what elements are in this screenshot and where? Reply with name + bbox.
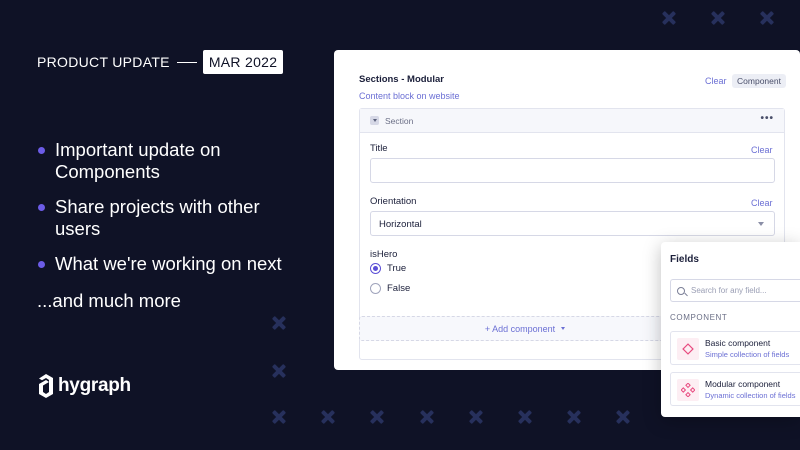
card-title: Sections - Modular [359,74,444,85]
section-label: Section [385,115,414,126]
x-decoration-icon [420,410,434,424]
radio-unchecked-icon [370,283,381,294]
orientation-select[interactable]: Horizontal [370,211,775,236]
search-placeholder: Search for any field... [691,286,767,295]
x-decoration-icon [272,316,286,330]
search-icon [677,286,685,295]
component-badge: Component [732,74,786,88]
panel-title: Fields [670,254,699,265]
header-kicker: PRODUCT UPDATE [37,54,170,70]
x-decoration-icon [370,410,384,424]
x-decoration-icon [469,410,483,424]
brand-name: hygraph [58,375,131,396]
x-decoration-icon [272,410,286,424]
header-date-badge: MAR 2022 [202,50,284,74]
title-clear-button[interactable]: Clear [751,145,773,155]
title-field-label: Title [370,143,388,154]
slide: PRODUCT UPDATE MAR 2022 Important update… [0,0,800,450]
orientation-field-label: Orientation [370,196,417,207]
header-dash [176,61,197,63]
bullet-item: Important update on Components [37,139,297,183]
orientation-selected-value: Horizontal [379,219,422,230]
product-update-header: PRODUCT UPDATE MAR 2022 [37,50,284,74]
bullet-item: Share projects with other users [37,196,297,240]
chevron-down-icon [561,327,566,330]
ishero-radio-true[interactable]: True [370,263,406,274]
and-more-text: ...and much more [37,290,181,311]
title-input[interactable] [370,158,775,183]
fields-panel: Fields Search for any field... COMPONENT… [661,242,800,417]
x-decoration-icon [616,410,630,424]
modular-component-item[interactable]: Modular component Dynamic collection of … [670,372,800,406]
ishero-field-label: isHero [370,249,398,260]
card-description: Content block on website [359,91,460,101]
x-decoration-icon [711,11,725,25]
x-decoration-icon [518,410,532,424]
basic-component-item[interactable]: Basic component Simple collection of fie… [670,331,800,365]
component-description: Simple collection of fields [705,350,790,359]
radio-checked-icon [370,263,381,274]
chevron-down-icon [758,222,764,226]
orientation-clear-button[interactable]: Clear [751,198,773,208]
update-bullet-list: Important update on Components Share pro… [37,139,297,288]
more-options-icon[interactable]: ••• [760,114,774,124]
add-component-button[interactable]: + Add component [359,316,691,341]
section-header[interactable]: Section ••• [360,109,784,133]
hygraph-logo: hygraph [38,374,131,398]
card-clear-button[interactable]: Clear [705,76,727,86]
component-name: Basic component [705,338,771,348]
x-decoration-icon [321,410,335,424]
radio-label: False [387,283,411,294]
x-decoration-icon [272,364,286,378]
modular-diamonds-icon [677,379,699,401]
component-category-heading: COMPONENT [670,313,728,322]
ishero-radio-false[interactable]: False [370,283,410,294]
diamond-icon [677,338,699,360]
x-decoration-icon [567,410,581,424]
x-decoration-icon [662,11,676,25]
bullet-item: What we're working on next [37,253,297,275]
field-search-input[interactable]: Search for any field... [670,279,800,302]
add-component-label: + Add component [484,323,556,334]
radio-label: True [387,263,407,274]
x-decoration-icon [760,11,774,25]
collapse-toggle-icon[interactable] [370,116,379,125]
hygraph-logo-icon [39,374,53,398]
component-name: Modular component [705,379,781,389]
component-description: Dynamic collection of fields [705,391,796,400]
